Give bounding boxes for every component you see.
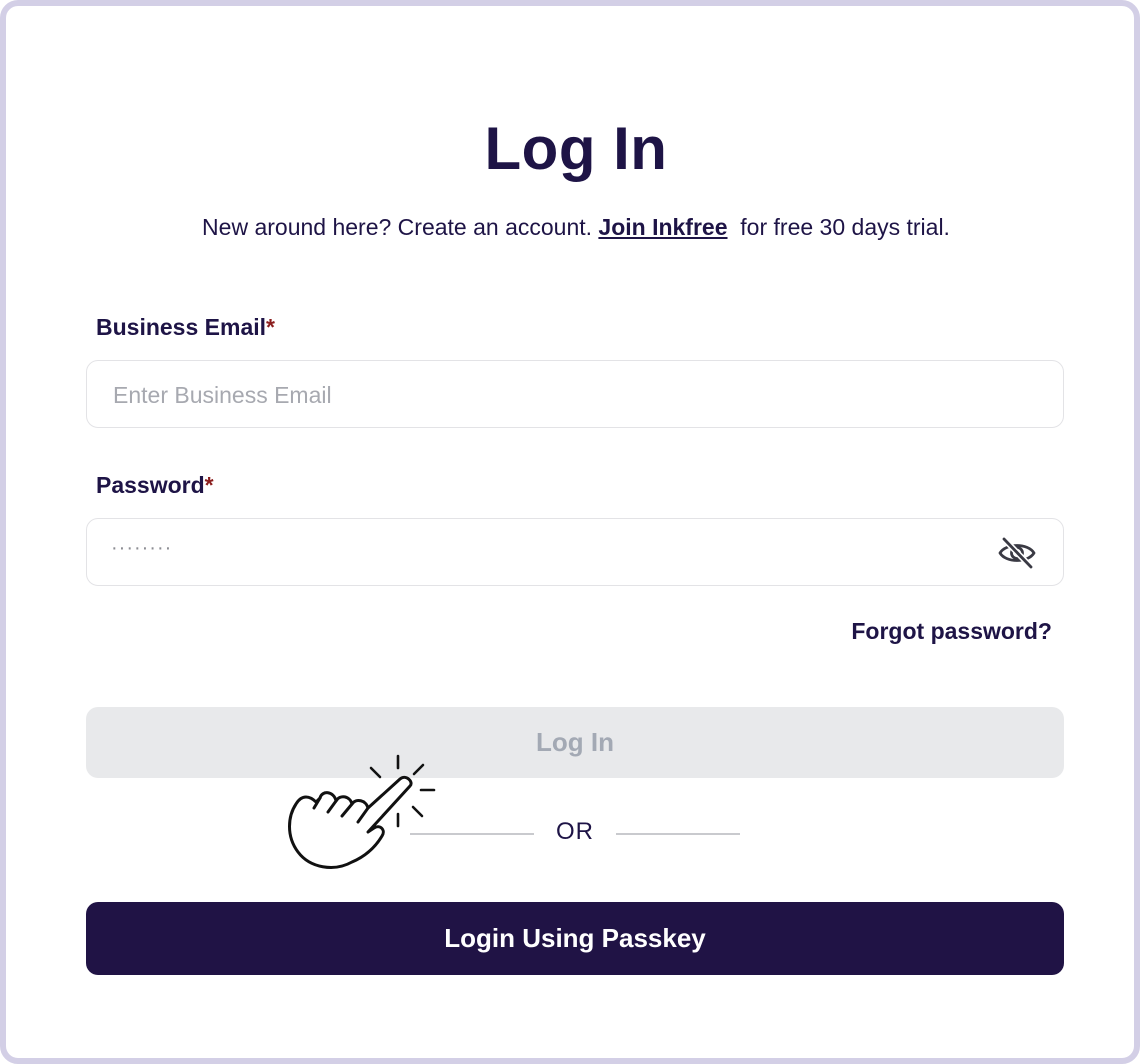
email-field-container [86,360,1064,429]
divider-line-right [616,833,740,835]
signup-prompt-suffix: for free 30 days trial. [727,214,950,240]
eye-off-icon[interactable] [997,535,1037,571]
email-field[interactable] [111,361,995,429]
forgot-password-link[interactable]: Forgot password? [851,618,1052,645]
login-passkey-button[interactable]: Login Using Passkey [86,902,1064,975]
login-card: Log In New around here? Create an accoun… [0,0,1140,1064]
required-asterisk: * [266,314,275,340]
page-title: Log In [484,115,668,182]
divider-text: OR [556,818,594,845]
or-divider: OR [410,818,740,850]
email-label-text: Business Email [96,314,267,340]
signup-prompt: New around here? Create an account. Join… [6,214,1140,241]
login-button[interactable]: Log In [86,707,1064,778]
required-asterisk: * [204,472,214,498]
password-field[interactable]: ········ [86,518,1064,586]
join-inkfree-link[interactable]: Join Inkfree [598,214,727,240]
password-label-text: Password [96,472,205,498]
password-masked-value: ········ [111,537,173,559]
email-label: Business Email* [96,314,275,341]
signup-prompt-text: New around here? Create an account. [202,214,599,240]
password-label: Password* [96,472,214,499]
